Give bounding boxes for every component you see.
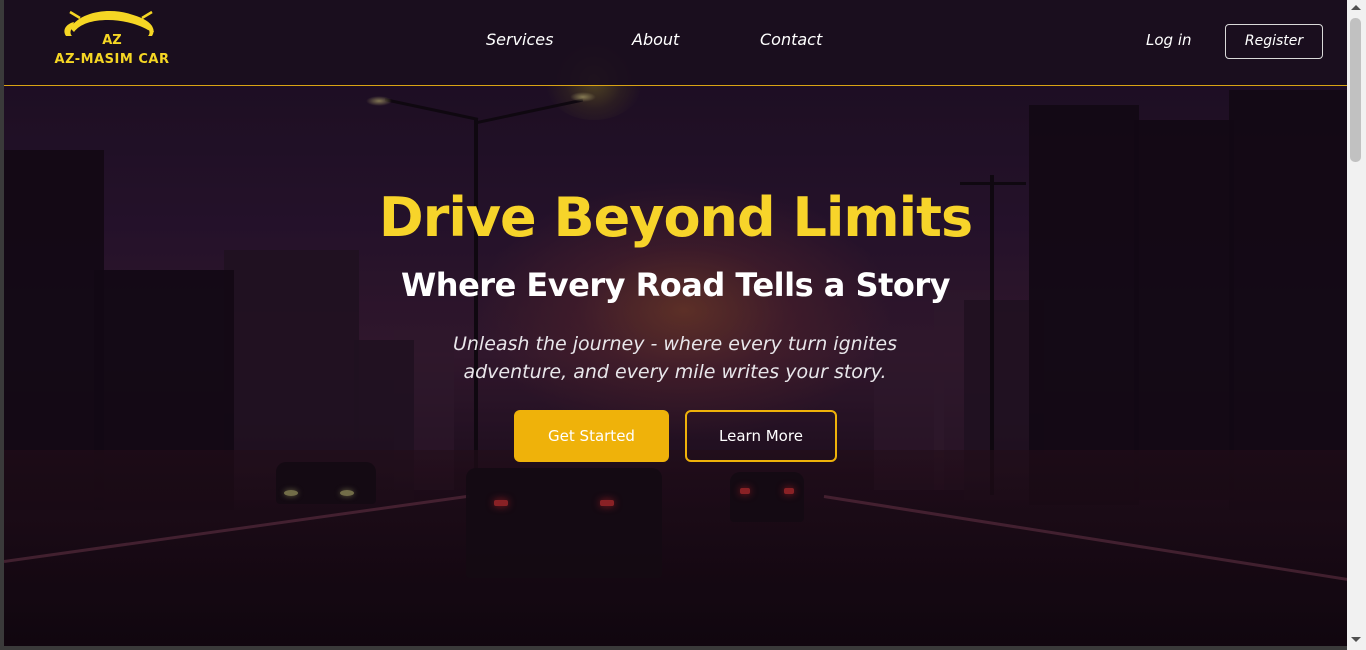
chevron-up-icon[interactable]: [1351, 5, 1361, 10]
page-scrollbar[interactable]: [1347, 0, 1366, 650]
chevron-down-icon[interactable]: [1351, 637, 1361, 642]
scrollbar-thumb[interactable]: [1350, 18, 1361, 162]
nav-link-about[interactable]: About: [632, 30, 679, 49]
learn-more-button[interactable]: Learn More: [685, 410, 837, 462]
nav-link-contact[interactable]: Contact: [760, 30, 822, 49]
get-started-button[interactable]: Get Started: [514, 410, 669, 462]
hero-overlay: [4, 0, 1347, 646]
site-header: AZ AZ-MASIM CAR Services About Contact L…: [4, 0, 1347, 86]
nav-link-services[interactable]: Services: [486, 30, 553, 49]
browser-viewport: AZ AZ-MASIM CAR Services About Contact L…: [0, 0, 1366, 650]
brand-logo[interactable]: AZ AZ-MASIM CAR: [52, 6, 172, 70]
logo-monogram: AZ: [102, 33, 122, 48]
register-button[interactable]: Register: [1225, 24, 1323, 59]
hero-description: Unleash the journey - where every turn i…: [452, 333, 898, 383]
hero-title: Drive Beyond Limits: [378, 186, 973, 249]
window-bottom-edge: [0, 646, 1347, 650]
login-link[interactable]: Log in: [1146, 31, 1192, 49]
landing-page: AZ AZ-MASIM CAR Services About Contact L…: [4, 0, 1347, 646]
logo-text: AZ-MASIM CAR: [54, 52, 170, 67]
hero-subtitle: Where Every Road Tells a Story: [401, 266, 950, 304]
